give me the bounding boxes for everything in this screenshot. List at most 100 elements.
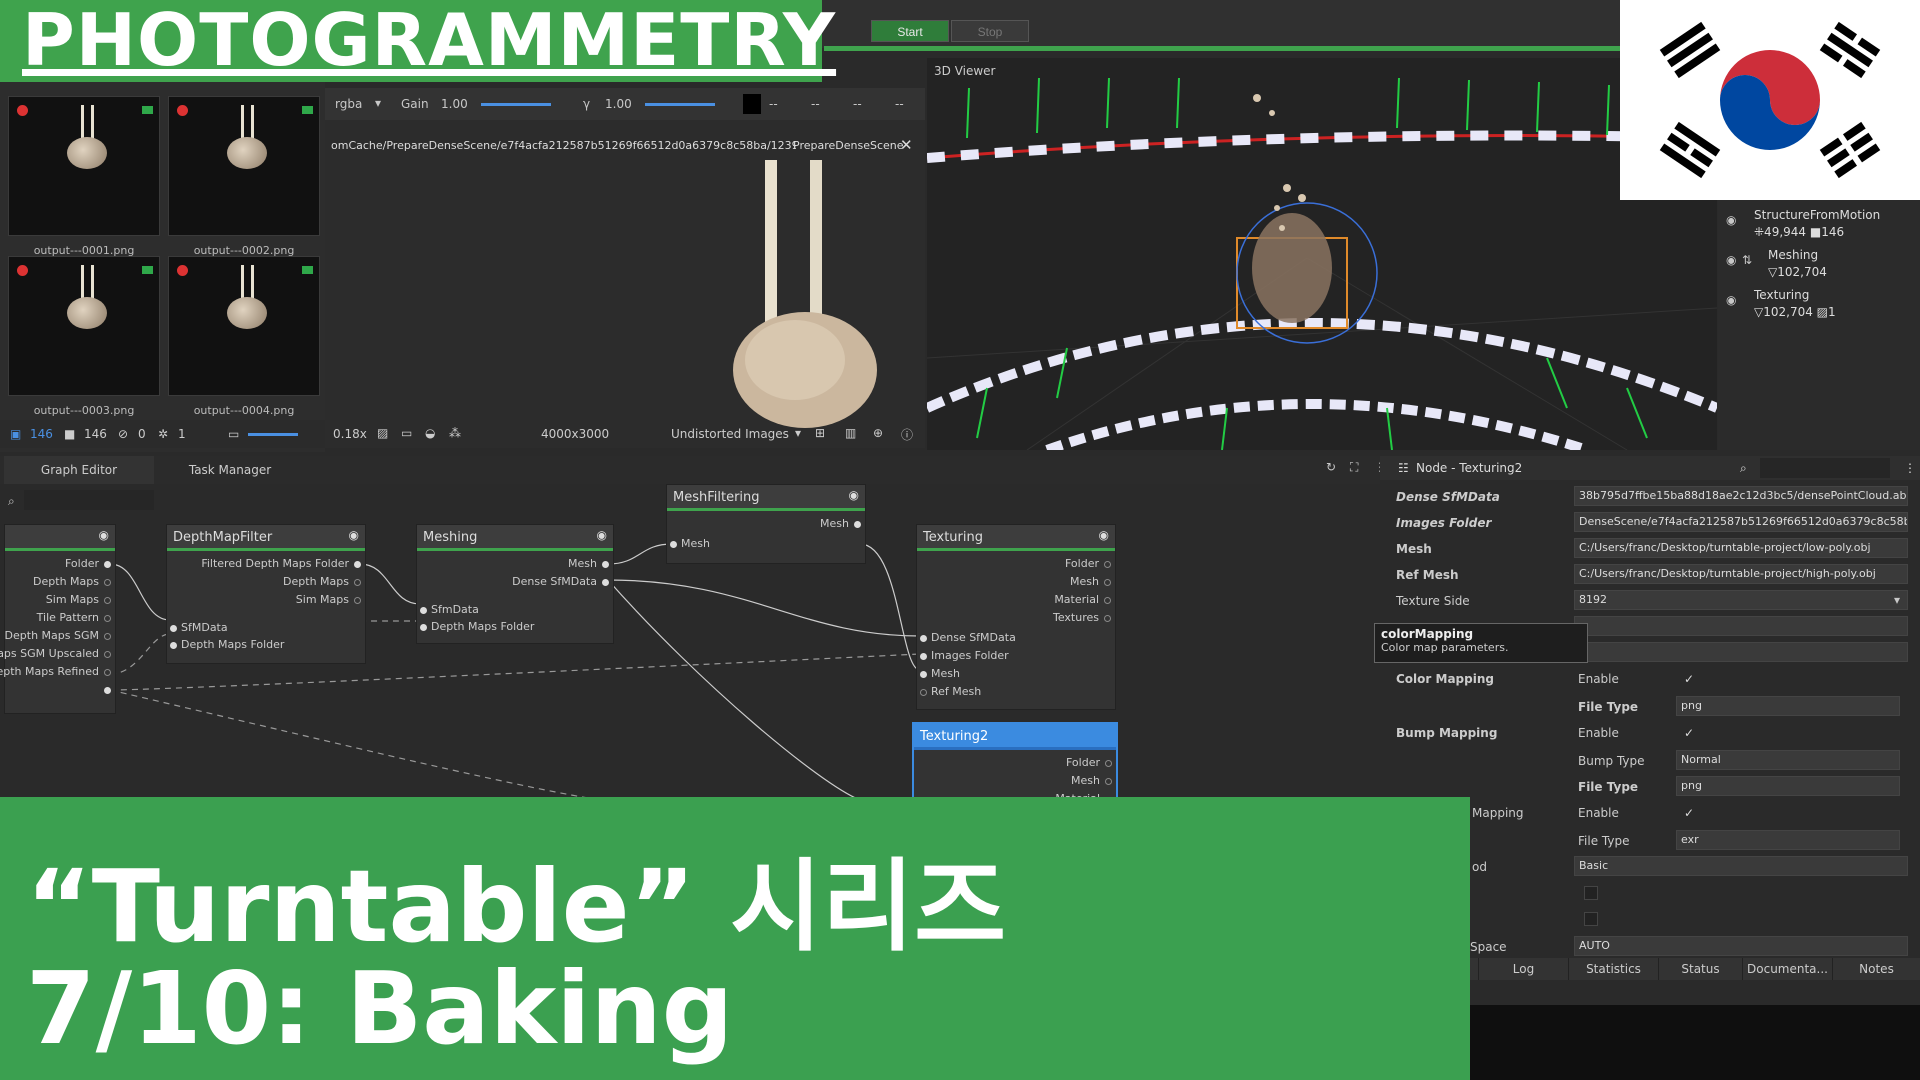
node-texturing[interactable]: Texturing ◉ Folder Mesh Material Texture… [916, 524, 1116, 710]
more-icon[interactable]: ⋮ [1904, 461, 1916, 475]
color-swatch [743, 94, 761, 114]
port-pin[interactable] [354, 597, 361, 604]
port-pin[interactable] [670, 541, 677, 548]
gain-slider[interactable] [481, 103, 551, 106]
node-title: Texturing [917, 525, 1115, 551]
ref-mesh-field[interactable]: C:/Users/franc/Desktop/turntable-project… [1574, 564, 1908, 584]
eye-icon[interactable]: ◉ [1726, 253, 1736, 267]
eye-icon[interactable]: ◉ [849, 488, 859, 502]
fullscreen-icon[interactable]: ⊞ [815, 426, 825, 440]
thumbnail-item[interactable]: output---0001.png [8, 96, 160, 257]
eye-icon[interactable]: ◉ [99, 528, 109, 542]
node-meshing[interactable]: Meshing ◉ Mesh Dense SfMData SfmData Dep… [416, 524, 614, 644]
close-icon[interactable]: ✕ [900, 136, 913, 154]
port-pin[interactable] [602, 561, 609, 568]
texture-side-select[interactable]: 8192 [1574, 590, 1908, 610]
histogram-icon[interactable]: ▥ [845, 426, 856, 440]
port-pin[interactable] [1104, 561, 1111, 568]
port-pin[interactable] [1105, 778, 1112, 785]
port-pin[interactable] [1104, 615, 1111, 622]
layout-icon[interactable]: ⛶ [1350, 460, 1358, 475]
port-pin[interactable] [104, 633, 111, 640]
port-pin[interactable] [104, 561, 111, 568]
eye-icon[interactable]: ◉ [1099, 528, 1109, 542]
points-icon[interactable]: ⁂ [449, 426, 461, 440]
mesh-field[interactable]: C:/Users/franc/Desktop/turntable-project… [1574, 538, 1908, 558]
eye-icon[interactable]: ◉ [1726, 213, 1736, 227]
port-pin[interactable] [420, 624, 427, 631]
color-file-type-select[interactable]: png [1676, 696, 1900, 716]
port-pin[interactable] [920, 671, 927, 678]
node-depthmapfilter[interactable]: DepthMapFilter ◉ Filtered Depth Maps Fol… [166, 524, 366, 664]
checkbox[interactable] [1584, 912, 1598, 926]
gamma-slider[interactable] [645, 103, 715, 106]
port-pin[interactable] [170, 642, 177, 649]
tab-statistics[interactable]: Statistics [1568, 958, 1658, 980]
displacement-file-type-select[interactable]: exr [1676, 830, 1900, 850]
port-pin[interactable] [920, 653, 927, 660]
3d-viewer[interactable] [927, 58, 1717, 450]
tab-notes[interactable]: Notes [1832, 958, 1920, 980]
port-pin[interactable] [602, 579, 609, 586]
thumbnail-size-slider[interactable] [248, 433, 298, 436]
node-graph[interactable]: ⌕ ◉ Folder Depth Maps Sim Maps Tile Patt… [0, 484, 1380, 800]
thumbnail-item[interactable]: output---0002.png [168, 96, 320, 257]
port-pin[interactable] [170, 625, 177, 632]
tab-documentation[interactable]: Documenta... [1742, 958, 1832, 980]
eye-icon[interactable]: ◉ [349, 528, 359, 542]
channel-value-b: -- [853, 97, 862, 111]
transform-icon[interactable]: ⇅ [1742, 253, 1752, 267]
eye-icon[interactable]: ◉ [597, 528, 607, 542]
image-mode-select[interactable]: Undistorted Images [671, 427, 789, 441]
refresh-icon[interactable]: ↻ [1326, 460, 1336, 474]
checkbox[interactable] [1584, 886, 1598, 900]
port-pin[interactable] [354, 561, 361, 568]
hidden-select-2[interactable]: x [1574, 642, 1908, 662]
bump-file-type-select[interactable]: png [1676, 776, 1900, 796]
dense-sfmdata-field[interactable]: 38b795d7ffbe15ba88d18ae2c12d3bc5/densePo… [1574, 486, 1908, 506]
port-pin[interactable] [420, 607, 427, 614]
space-select[interactable]: AUTO [1574, 936, 1908, 956]
port-pin[interactable] [854, 521, 861, 528]
port-pin[interactable] [1104, 579, 1111, 586]
port-pin[interactable] [104, 615, 111, 622]
port-pin[interactable] [104, 597, 111, 604]
hidden-select[interactable] [1574, 616, 1908, 636]
port-pin[interactable] [354, 579, 361, 586]
port-pin[interactable] [1104, 597, 1111, 604]
port-pin[interactable] [104, 669, 111, 676]
thumbnail-item[interactable]: output---0003.png [8, 256, 160, 417]
tab-log[interactable]: Log [1478, 958, 1568, 980]
node-prepare[interactable]: ◉ Folder Depth Maps Sim Maps Tile Patter… [0, 524, 116, 714]
gamma-value[interactable]: 1.00 [605, 97, 632, 111]
node-meshfiltering[interactable]: MeshFiltering ◉ Mesh Mesh [666, 484, 866, 564]
port-pin[interactable] [104, 579, 111, 586]
thumbnail-item[interactable]: output---0004.png [168, 256, 320, 417]
port-pin[interactable] [1105, 760, 1112, 767]
start-button[interactable]: Start [871, 20, 949, 42]
attribute-search-input[interactable] [1760, 458, 1890, 478]
tab-status[interactable]: Status [1658, 958, 1742, 980]
method-select[interactable]: Basic [1574, 856, 1908, 876]
info-icon[interactable]: ⓘ [901, 426, 913, 443]
tab-graph-editor[interactable]: Graph Editor [4, 456, 154, 484]
bump-mapping-checkbox[interactable]: ✓ [1682, 726, 1696, 740]
gain-value[interactable]: 1.00 [441, 97, 468, 111]
port-pin[interactable] [920, 635, 927, 642]
port-pin[interactable] [104, 687, 111, 694]
channel-select[interactable]: rgba [335, 97, 362, 111]
frame-icon[interactable]: ▭ [401, 426, 412, 440]
images-folder-field[interactable]: DenseScene/e7f4acfa212587b51269f66512d0a… [1574, 512, 1908, 532]
eye-icon[interactable]: ◉ [1726, 293, 1736, 307]
displacement-checkbox[interactable]: ✓ [1682, 806, 1696, 820]
bump-type-select[interactable]: Normal [1676, 750, 1900, 770]
node-texturing2[interactable]: Texturing2 Folder Mesh Material [912, 722, 1118, 800]
globe-icon[interactable]: ⊕ [873, 426, 883, 440]
port-pin[interactable] [920, 689, 927, 696]
stop-button[interactable]: Stop [951, 20, 1029, 42]
globe-icon[interactable]: ◒ [425, 426, 435, 440]
color-mapping-checkbox[interactable]: ✓ [1682, 672, 1696, 686]
port-pin[interactable] [104, 651, 111, 658]
tab-task-manager[interactable]: Task Manager [160, 456, 300, 484]
grid-icon[interactable]: ▨ [377, 426, 388, 440]
